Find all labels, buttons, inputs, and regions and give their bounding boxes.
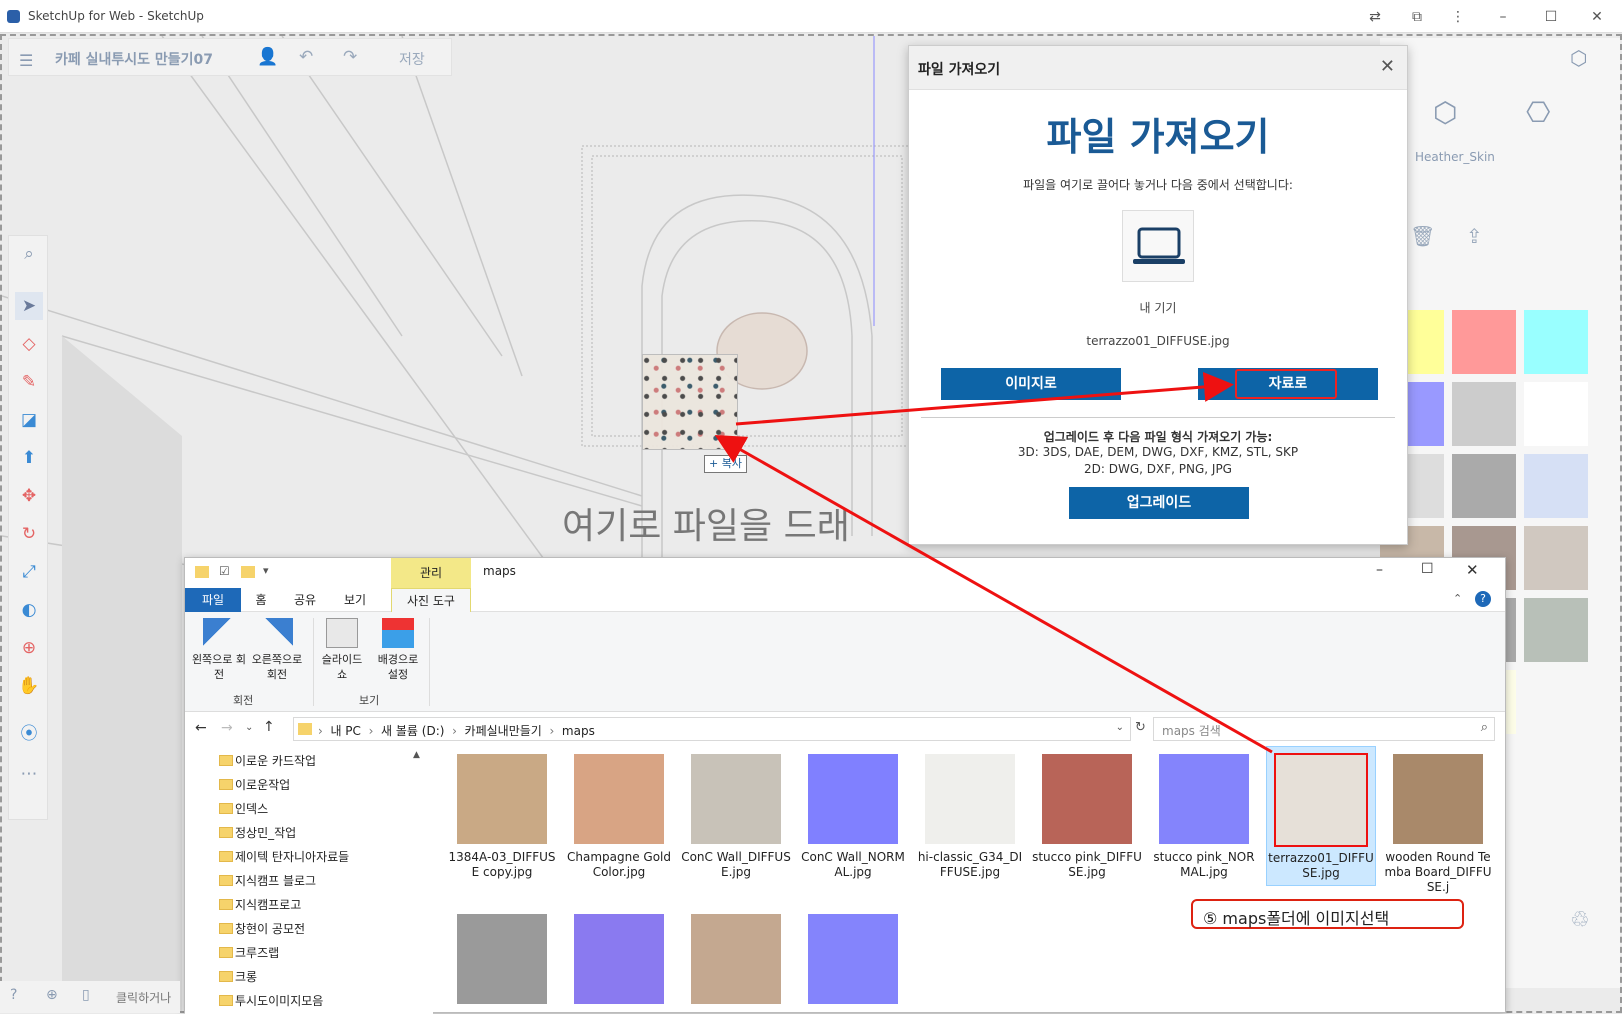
status-hint: 클릭하거나	[116, 991, 172, 1005]
status-bar: ? ⊕ ▯ 클릭하거나	[0, 981, 180, 1013]
help-icon[interactable]: ?	[10, 987, 17, 1003]
globe-icon[interactable]: ⊕	[46, 987, 58, 1003]
mouse-icon: ▯	[82, 987, 90, 1003]
annotation-arrows	[714, 371, 1273, 754]
